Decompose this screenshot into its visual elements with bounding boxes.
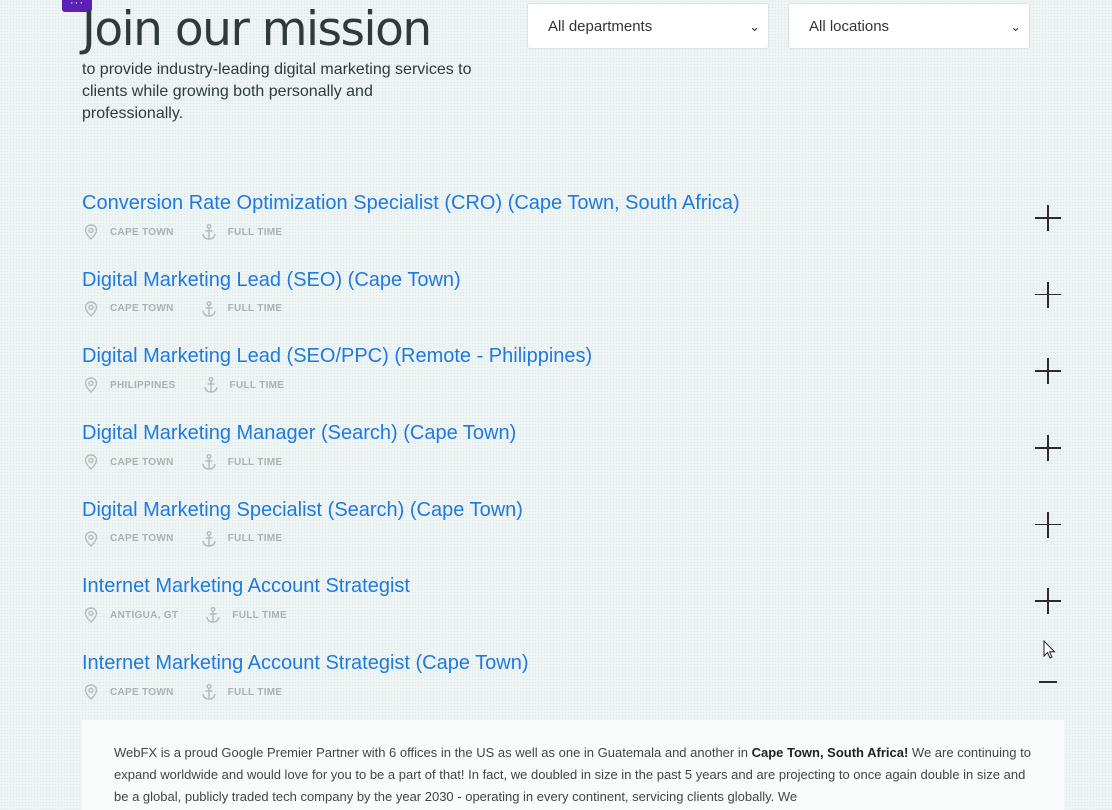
expand-plus-icon[interactable] <box>1032 509 1064 541</box>
location-select-value: All locations <box>809 18 890 35</box>
job-location: PHILIPPINES <box>110 379 176 391</box>
job-title-link[interactable]: Digital Marketing Lead (SEO/PPC) (Remote… <box>82 340 1072 372</box>
job-meta: ANTIGUA, GT FULL TIME <box>82 605 313 625</box>
collapse-minus-icon[interactable] <box>1032 662 1064 694</box>
chevron-down-icon: ⌄ <box>1010 19 1021 34</box>
job-title-link[interactable]: Conversion Rate Optimization Specialist … <box>82 187 1072 219</box>
job-row: Digital Marketing Manager (Search) (Cape… <box>82 417 1072 494</box>
department-select[interactable]: All departments ⌄ <box>527 3 769 49</box>
job-type: FULL TIME <box>227 686 283 698</box>
job-row: Digital Marketing Specialist (Search) (C… <box>82 494 1072 571</box>
job-type: FULL TIME <box>227 456 283 468</box>
location-select[interactable]: All locations ⌄ <box>788 3 1030 49</box>
job-meta: CAPE TOWN FULL TIME <box>82 682 308 702</box>
job-title-link[interactable]: Internet Marketing Account Strategist <box>82 570 1072 602</box>
anchor-icon <box>200 453 218 471</box>
location-pin-icon <box>82 223 100 241</box>
page-subtitle: to provide industry-leading digital mark… <box>82 61 472 122</box>
location-pin-icon <box>82 376 100 394</box>
job-row: Digital Marketing Lead (SEO) (Cape Town)… <box>82 264 1072 341</box>
anchor-icon <box>200 683 218 701</box>
mouse-cursor-icon <box>1043 640 1056 659</box>
anchor-icon <box>200 300 218 318</box>
job-meta: CAPE TOWN FULL TIME <box>82 222 308 242</box>
job-location: ANTIGUA, GT <box>110 609 179 621</box>
job-meta: CAPE TOWN FULL TIME <box>82 299 308 319</box>
job-type: FULL TIME <box>227 533 283 545</box>
job-type: FULL TIME <box>227 226 283 238</box>
job-location: CAPE TOWN <box>110 686 174 698</box>
job-location: CAPE TOWN <box>110 226 174 238</box>
job-row: Digital Marketing Lead (SEO/PPC) (Remote… <box>82 340 1072 417</box>
job-location: CAPE TOWN <box>110 533 174 545</box>
location-pin-icon <box>82 530 100 548</box>
department-select-value: All departments <box>548 18 653 35</box>
location-pin-icon <box>82 453 100 471</box>
job-type: FULL TIME <box>227 303 283 315</box>
job-type: FULL TIME <box>229 379 285 391</box>
anchor-icon <box>202 376 220 394</box>
expand-plus-icon[interactable] <box>1032 432 1064 464</box>
job-row: Conversion Rate Optimization Specialist … <box>82 187 1072 264</box>
job-row: Internet Marketing Account Strategist (C… <box>82 647 1072 724</box>
expand-plus-icon[interactable] <box>1032 585 1064 617</box>
job-description-highlight: Cape Town, South Africa! <box>751 745 909 760</box>
chevron-down-icon: ⌄ <box>749 19 760 34</box>
expand-plus-icon[interactable] <box>1032 202 1064 234</box>
expand-plus-icon[interactable] <box>1032 355 1064 387</box>
job-meta: CAPE TOWN FULL TIME <box>82 529 308 549</box>
job-list: Conversion Rate Optimization Specialist … <box>82 187 1072 724</box>
job-row: Internet Marketing Account Strategist ANT… <box>82 570 1072 647</box>
job-location: CAPE TOWN <box>110 456 174 468</box>
page-title: Join our mission <box>82 2 432 57</box>
job-location: CAPE TOWN <box>110 303 174 315</box>
location-pin-icon <box>82 683 100 701</box>
location-pin-icon <box>82 606 100 624</box>
job-meta: PHILIPPINES FULL TIME <box>82 375 310 395</box>
job-title-link[interactable]: Digital Marketing Specialist (Search) (C… <box>82 494 1072 526</box>
job-type: FULL TIME <box>232 609 288 621</box>
job-title-link[interactable]: Digital Marketing Manager (Search) (Cape… <box>82 417 1072 449</box>
job-description: WebFX is a proud Google Premier Partner … <box>82 720 1064 810</box>
anchor-icon <box>204 606 222 624</box>
location-pin-icon <box>82 300 100 318</box>
job-meta: CAPE TOWN FULL TIME <box>82 452 308 472</box>
anchor-icon <box>200 223 218 241</box>
job-title-link[interactable]: Internet Marketing Account Strategist (C… <box>82 647 1072 679</box>
job-title-link[interactable]: Digital Marketing Lead (SEO) (Cape Town) <box>82 264 1072 296</box>
anchor-icon <box>200 530 218 548</box>
job-description-text: WebFX is a proud Google Premier Partner … <box>114 745 752 760</box>
expand-plus-icon[interactable] <box>1032 279 1064 311</box>
